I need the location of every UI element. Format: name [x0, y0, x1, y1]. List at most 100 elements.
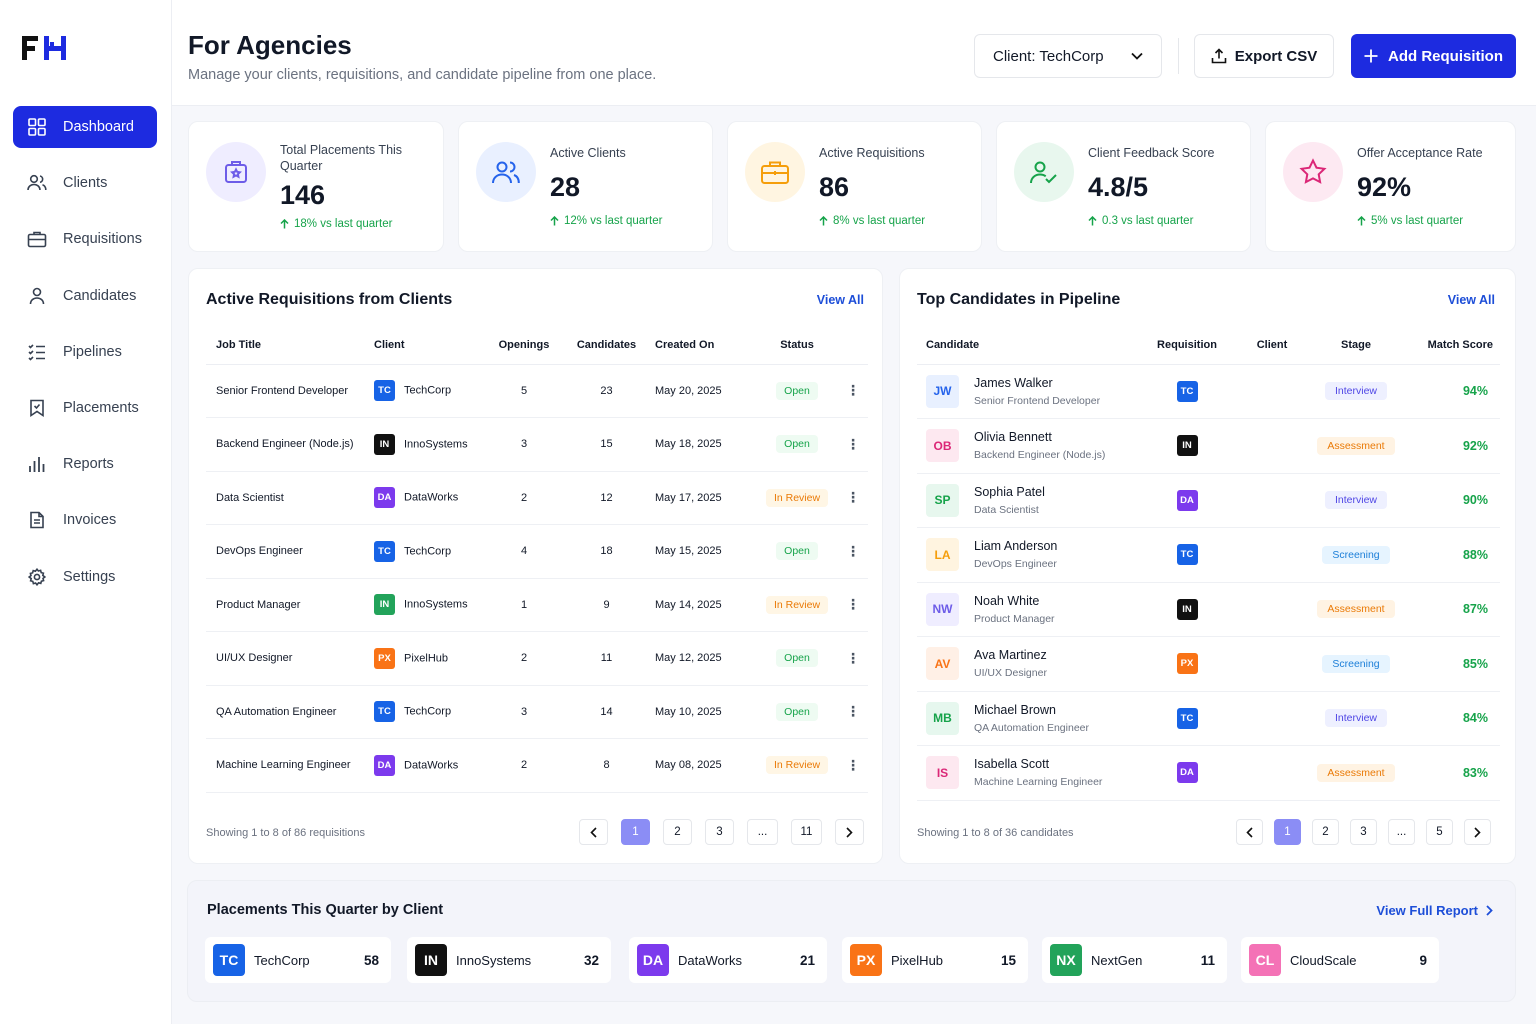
export-csv-button[interactable]: Export CSV [1194, 34, 1334, 78]
placement-card-techcorp[interactable]: TC TechCorp 58 [205, 937, 391, 983]
stat-trend: 5% vs last quarter [1357, 215, 1463, 227]
more-options-icon[interactable]: ⋮ [838, 738, 868, 793]
column-header[interactable]: Client [374, 326, 484, 365]
app-logo[interactable] [22, 36, 68, 60]
sidebar-item-requisitions[interactable]: Requisitions [13, 218, 157, 260]
chevron-right-icon [846, 826, 853, 838]
page-button[interactable]: 3 [705, 819, 734, 845]
status-cell: Open [756, 631, 838, 686]
candidate-name[interactable]: James Walker [974, 376, 1100, 390]
stat-trend-text: 5% vs last quarter [1371, 215, 1464, 227]
page-button[interactable]: 11 [791, 819, 822, 845]
placement-card-pixelhub[interactable]: PX PixelHub 15 [842, 937, 1028, 983]
column-header[interactable]: Job Title [206, 326, 374, 365]
sidebar-item-invoices[interactable]: Invoices [13, 499, 157, 541]
sidebar-item-placements[interactable]: Placements [13, 387, 157, 429]
page-button[interactable]: 3 [1350, 819, 1377, 845]
placement-card-nextgen[interactable]: NX NextGen 11 [1042, 937, 1227, 983]
next-page-button[interactable] [835, 819, 864, 845]
client-badge: TC [213, 944, 245, 976]
candidate-name[interactable]: Liam Anderson [974, 539, 1057, 553]
table-row[interactable]: IS Isabella Scott Machine Learning Enginee… [917, 745, 1500, 801]
match-score: 88% [1402, 527, 1500, 583]
more-options-icon[interactable]: ⋮ [838, 364, 868, 418]
client-cell [1234, 473, 1310, 528]
sidebar-item-dashboard[interactable]: Dashboard [13, 106, 157, 148]
client-badge: TC [374, 380, 395, 402]
page-button[interactable]: 5 [1426, 819, 1453, 845]
candidates-title: Top Candidates in Pipeline [917, 291, 1121, 308]
sidebar-item-settings[interactable]: Settings [13, 556, 157, 598]
column-header[interactable]: Openings [484, 326, 564, 365]
status-cell: Open [756, 685, 838, 739]
table-row[interactable]: LA Liam Anderson DevOps Engineer TC Screenin… [917, 527, 1500, 583]
sidebar-item-clients[interactable]: Clients [13, 162, 157, 204]
sidebar-item-candidates[interactable]: Candidates [13, 275, 157, 317]
candidate-name[interactable]: Isabella Scott [974, 757, 1102, 771]
more-options-icon[interactable]: ⋮ [838, 524, 868, 579]
column-header[interactable]: Client [1234, 326, 1310, 365]
sidebar-item-reports[interactable]: Reports [13, 443, 157, 485]
table-row[interactable]: UI/UX Designer PX PixelHub 2 11 May 12, 2… [206, 631, 868, 686]
client-cell [1234, 691, 1310, 746]
arrow-up-icon [1088, 216, 1097, 226]
stat-card-offer-acceptance: Offer Acceptance Rate 92% 5% vs last qua… [1265, 121, 1516, 252]
table-row[interactable]: AV Ava Martinez UI/UX Designer PX Screening 8… [917, 636, 1500, 692]
client-badge: IN [374, 433, 395, 455]
candidates-panel: Top Candidates in Pipeline View All Cand… [899, 268, 1516, 864]
stage-badge: Screening [1322, 654, 1390, 673]
view-full-report-link[interactable]: View Full Report [1376, 903, 1493, 918]
more-options-icon[interactable]: ⋮ [838, 631, 868, 686]
table-row[interactable]: QA Automation Engineer TC TechCorp 3 14 M… [206, 685, 868, 739]
requisitions-panel: Active Requisitions from Clients View Al… [188, 268, 883, 864]
client-select[interactable]: Client: TechCorp [974, 34, 1162, 78]
column-header[interactable]: Candidates [564, 326, 649, 365]
candidate-name[interactable]: Noah White [974, 594, 1055, 608]
column-header[interactable]: Stage [1310, 326, 1402, 365]
table-row[interactable]: MB Michael Brown QA Automation Engineer TC I… [917, 691, 1500, 746]
next-page-button[interactable] [1464, 819, 1491, 845]
candidate-name[interactable]: Olivia Bennett [974, 430, 1105, 444]
stat-trend-text: 12% vs last quarter [564, 215, 663, 227]
page-button[interactable]: 2 [663, 819, 692, 845]
sidebar-item-pipelines[interactable]: Pipelines [13, 331, 157, 373]
candidate-name[interactable]: Michael Brown [974, 703, 1089, 717]
placement-card-innosystems[interactable]: IN InnoSystems 32 [407, 937, 611, 983]
client-cell [1234, 745, 1310, 801]
placement-card-dataworks[interactable]: DA DataWorks 21 [629, 937, 827, 983]
prev-page-button[interactable] [1236, 819, 1263, 845]
prev-page-button[interactable] [579, 819, 608, 845]
table-row[interactable]: Machine Learning Engineer DA DataWorks 2 … [206, 738, 868, 793]
table-row[interactable]: OB Olivia Bennett Backend Engineer (Node.j… [917, 418, 1500, 474]
table-row[interactable]: DevOps Engineer TC TechCorp 4 18 May 15, … [206, 524, 868, 579]
table-row[interactable]: Product Manager IN InnoSystems 1 9 May 14… [206, 578, 868, 632]
job-title: Product Manager [206, 578, 374, 632]
candidate-name[interactable]: Ava Martinez [974, 648, 1047, 662]
candidates-view-all-link[interactable]: View All [1448, 293, 1495, 307]
page-button[interactable]: 2 [1312, 819, 1339, 845]
client-cell: DA DataWorks [374, 471, 484, 525]
candidate-role: Backend Engineer (Node.js) [974, 449, 1106, 462]
table-row[interactable]: JW James Walker Senior Frontend Developer T… [917, 364, 1500, 419]
column-header[interactable]: Requisition [1140, 326, 1234, 365]
more-options-icon[interactable]: ⋮ [838, 578, 868, 632]
table-row[interactable]: NW Noah White Product Manager IN Assessment 8… [917, 582, 1500, 637]
column-header[interactable]: Status [756, 326, 838, 365]
table-row[interactable]: Senior Frontend Developer TC TechCorp 5 2… [206, 364, 868, 418]
column-header[interactable]: Created On [649, 326, 756, 365]
add-requisition-button[interactable]: Add Requisition [1351, 34, 1516, 78]
placement-card-cloudscale[interactable]: CL CloudScale 9 [1241, 937, 1439, 983]
candidate-name[interactable]: Sophia Patel [974, 485, 1045, 499]
more-options-icon[interactable]: ⋮ [838, 417, 868, 472]
page-button[interactable]: 1 [1274, 819, 1301, 845]
page-button[interactable]: 1 [621, 819, 650, 845]
stage-badge: Assessment [1317, 436, 1395, 455]
table-row[interactable]: Backend Engineer (Node.js) IN InnoSystems… [206, 417, 868, 472]
column-header[interactable]: Match Score [1402, 326, 1500, 365]
table-row[interactable]: Data Scientist DA DataWorks 2 12 May 17, … [206, 471, 868, 525]
requisitions-view-all-link[interactable]: View All [817, 293, 864, 307]
more-options-icon[interactable]: ⋮ [838, 471, 868, 525]
table-row[interactable]: SP Sophia Patel Data Scientist DA Interview 9… [917, 473, 1500, 528]
column-header[interactable]: Candidate [917, 326, 1140, 365]
more-options-icon[interactable]: ⋮ [838, 685, 868, 739]
